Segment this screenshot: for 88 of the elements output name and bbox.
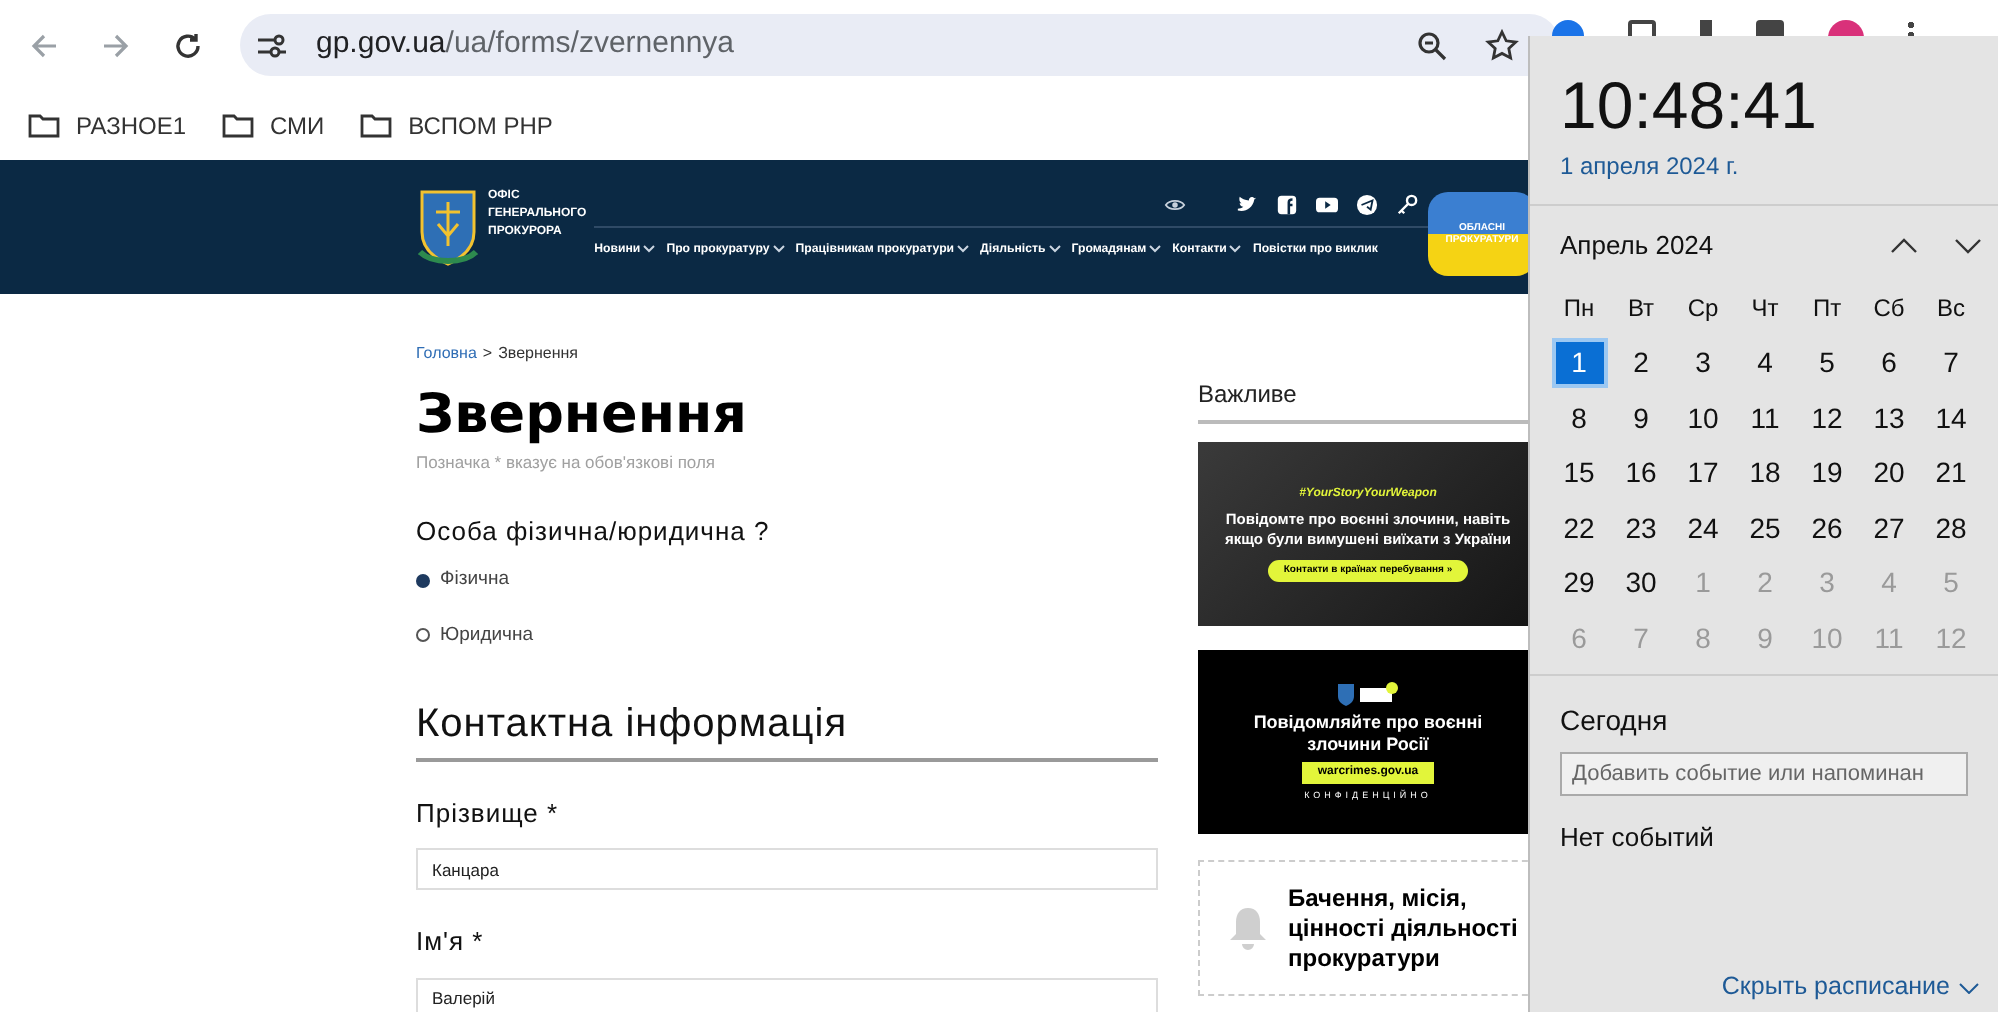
calendar-day[interactable]: 28: [1923, 503, 1979, 554]
weekday-label: Вс: [1936, 292, 1965, 327]
calendar-day[interactable]: 12: [1799, 393, 1855, 444]
calendar-day[interactable]: 18: [1737, 448, 1793, 499]
calendar-day[interactable]: 9: [1613, 393, 1669, 444]
site-settings-icon[interactable]: [256, 31, 288, 59]
no-events-text: Нет событий: [1560, 820, 1716, 856]
bell-icon: [1228, 904, 1268, 952]
chevron-down-icon[interactable]: [1958, 981, 1980, 994]
caret-icon[interactable]: [1148, 244, 1163, 255]
calendar-day[interactable]: 11: [1737, 393, 1793, 444]
weekday-label: Ср: [1687, 292, 1719, 327]
today-heading: Сегодня: [1560, 702, 1670, 740]
calendar-day[interactable]: 20: [1861, 448, 1917, 499]
eye-icon[interactable]: [1164, 194, 1187, 216]
square-f-icon[interactable]: [1276, 194, 1299, 216]
clock-time: 10:48:41: [1560, 68, 1819, 144]
calendar-day[interactable]: 13: [1861, 393, 1917, 444]
calendar-day[interactable]: 30: [1613, 558, 1669, 609]
caret-icon[interactable]: [642, 244, 657, 255]
logos-drawing: [1334, 681, 1402, 706]
forward-icon[interactable]: [100, 29, 132, 61]
folder-icon: [28, 112, 60, 138]
zoom-icon[interactable]: [1416, 29, 1448, 61]
folder-icon: [360, 112, 393, 138]
calendar-day[interactable]: 23: [1613, 503, 1669, 554]
radio-option[interactable]: Юридична: [416, 621, 1158, 650]
radio-option[interactable]: Фізична: [416, 566, 1158, 595]
required-hint: Позначка * вказує на обов'язкові поля: [416, 450, 718, 476]
calendar-day[interactable]: 15: [1551, 448, 1607, 499]
caret-icon[interactable]: [1228, 244, 1243, 255]
field-label: Ім'я *: [416, 924, 486, 961]
paper-plane-icon[interactable]: [1356, 194, 1379, 216]
weekday-label: Чт: [1751, 292, 1779, 327]
calendar-day[interactable]: 10: [1675, 393, 1731, 444]
calendar-day[interactable]: 4: [1737, 338, 1793, 389]
calendar-day[interactable]: 1: [1551, 338, 1607, 389]
reload-icon[interactable]: [172, 29, 204, 61]
month-label[interactable]: Апрель 2024: [1560, 226, 1714, 265]
bookmark-folder[interactable]: ВСПОМ PHP: [360, 107, 553, 143]
calendar-day[interactable]: 25: [1737, 503, 1793, 554]
calendar-day[interactable]: 2: [1613, 338, 1669, 389]
breadcrumb-current: Звернення: [498, 342, 579, 366]
weekday-label: Сб: [1873, 292, 1905, 327]
field-label: Прізвище *: [416, 795, 561, 832]
calendar-day[interactable]: 19: [1799, 448, 1855, 499]
calendar-day[interactable]: 29: [1551, 558, 1607, 609]
chevron-down-icon[interactable]: [1954, 237, 1982, 254]
text-field[interactable]: Валерій: [416, 977, 1158, 1012]
hide-schedule-link[interactable]: Скрыть расписание: [1721, 968, 1980, 1006]
calendar-day[interactable]: 21: [1923, 448, 1979, 499]
url-text: gp.gov.ua/ua/forms/zvernennya: [316, 24, 735, 65]
calendar-day[interactable]: 5: [1799, 338, 1855, 389]
calendar-day[interactable]: 14: [1923, 393, 1979, 444]
question-label: Особа фізична/юридична ?: [416, 513, 772, 550]
breadcrumb-separator: >: [482, 342, 493, 366]
date-link[interactable]: 1 апреля 2024 г.: [1560, 148, 1968, 184]
calendar-day[interactable]: 3: [1675, 338, 1731, 389]
key-icon[interactable]: [1396, 194, 1419, 216]
chevron-up-icon[interactable]: [1890, 237, 1918, 254]
address-bar[interactable]: gp.gov.ua/ua/forms/zvernennya: [240, 14, 1560, 76]
caret-icon[interactable]: [956, 244, 971, 255]
caret-icon[interactable]: [771, 244, 786, 255]
page-title: Звернення: [416, 384, 750, 448]
weekday-label: Пт: [1812, 292, 1842, 327]
calendar-day[interactable]: 27: [1861, 503, 1917, 554]
caret-icon[interactable]: [1047, 244, 1062, 255]
calendar-day[interactable]: 6: [1861, 338, 1917, 389]
bird-icon[interactable]: [1236, 194, 1259, 216]
play-icon[interactable]: [1316, 194, 1339, 216]
breadcrumb-link[interactable]: Головна: [416, 342, 477, 366]
calendar-day[interactable]: 22: [1551, 503, 1607, 554]
bookmark-star-icon[interactable]: [1484, 27, 1520, 63]
calendar-day[interactable]: 7: [1923, 338, 1979, 389]
bookmark-folder[interactable]: РАЗНОЕ1: [28, 107, 186, 143]
event-field[interactable]: Добавить событие или напоминан: [1560, 752, 1968, 796]
text-field[interactable]: Канцара: [416, 848, 1158, 891]
bookmark-folder[interactable]: СМИ: [222, 107, 325, 143]
calendar-day[interactable]: 26: [1799, 503, 1855, 554]
section-heading: Контактна інформація: [416, 693, 1158, 762]
calendar-day[interactable]: 17: [1675, 448, 1731, 499]
calendar-day[interactable]: 16: [1613, 448, 1669, 499]
weekday-label: Пн: [1563, 292, 1595, 327]
weekday-label: Вт: [1627, 292, 1655, 327]
calendar-day[interactable]: 24: [1675, 503, 1731, 554]
calendar-day[interactable]: 8: [1551, 393, 1607, 444]
folder-icon: [222, 112, 254, 138]
back-icon[interactable]: [28, 29, 60, 61]
